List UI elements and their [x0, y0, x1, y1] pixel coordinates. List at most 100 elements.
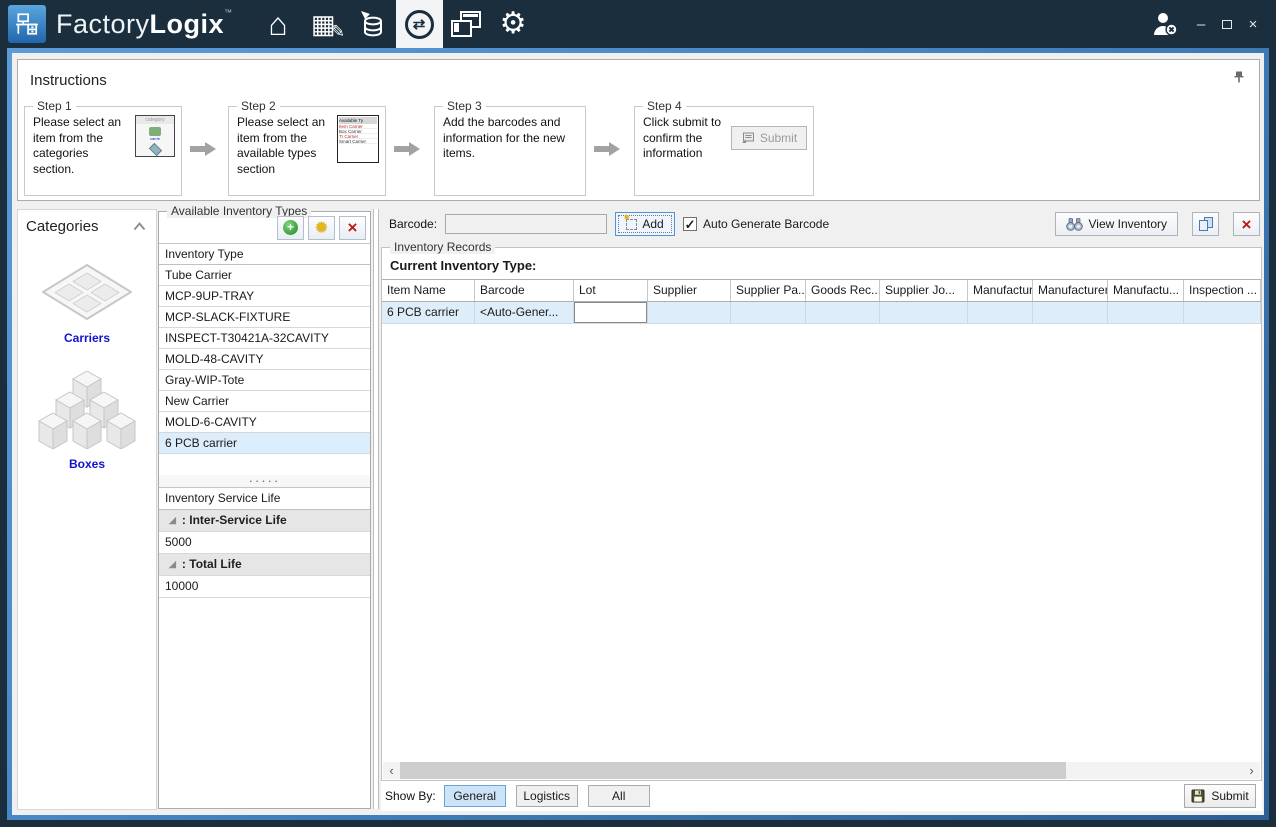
current-inventory-type-label: Current Inventory Type: — [382, 248, 1261, 279]
horizontal-scrollbar: ‹ › — [383, 762, 1260, 779]
titlebar: FactoryLogix™ ⌂ ▦ ✎ ⇄ ⚙ — [0, 0, 1276, 48]
group-expand-icon[interactable]: ◢ — [169, 554, 176, 575]
grid-cell[interactable] — [574, 302, 648, 323]
footer-bar: Show By: General Logistics All Submit — [381, 781, 1262, 811]
step1-label: Step 1 — [33, 99, 76, 113]
category-item-boxes[interactable]: Boxes — [18, 371, 156, 471]
service-life-value[interactable]: 5000 — [159, 532, 370, 554]
grid-cell[interactable] — [968, 302, 1033, 323]
step-arrow-icon — [394, 142, 420, 156]
clear-button[interactable]: × — [1233, 212, 1260, 236]
inventory-records-box: Inventory Records Current Inventory Type… — [381, 247, 1262, 781]
column-header[interactable]: Manufacturer — [968, 280, 1033, 301]
inventory-type-row[interactable]: MCP-9UP-TRAY — [159, 286, 370, 307]
service-life-group-row[interactable]: ◢ : Inter-Service Life — [159, 510, 370, 532]
main-panel: Barcode: Add ✓ Auto Generate Barcode — [381, 207, 1262, 811]
add-button[interactable]: Add — [615, 212, 675, 236]
service-life-header[interactable]: Inventory Service Life — [159, 488, 370, 510]
nav-transfer-icon[interactable]: ⇄ — [396, 0, 443, 48]
service-life-group-row[interactable]: ◢ : Total Life — [159, 554, 370, 576]
scrollbar-thumb[interactable] — [400, 762, 1066, 779]
grid-cell[interactable] — [806, 302, 880, 323]
step4-label: Step 4 — [643, 99, 686, 113]
sparkle-icon: ✹ — [315, 218, 328, 238]
grid-cell[interactable]: <Auto-Gener... — [475, 302, 574, 323]
column-header[interactable]: Goods Rec... — [806, 280, 880, 301]
show-by-filters: General Logistics All — [444, 785, 650, 807]
inventory-type-row[interactable]: 6 PCB carrier — [159, 433, 370, 454]
column-header[interactable]: Manufacturer... — [1033, 280, 1108, 301]
nav-materials-icon[interactable] — [349, 0, 396, 48]
available-types-panel: Available Inventory Types + ✹ × Inventor… — [158, 211, 371, 809]
checkbox-check-icon[interactable]: ✓ — [683, 217, 697, 231]
barcode-bar: Barcode: Add ✓ Auto Generate Barcode — [381, 207, 1262, 241]
minimize-button[interactable]: – — [1188, 11, 1214, 37]
view-inventory-button[interactable]: View Inventory — [1055, 212, 1179, 236]
column-header[interactable]: Inspection ... — [1184, 280, 1261, 301]
column-header[interactable]: Lot — [574, 280, 648, 301]
inventory-type-row[interactable]: MOLD-48-CAVITY — [159, 349, 370, 370]
collapse-chevron-icon[interactable] — [133, 220, 146, 234]
grid-cell[interactable] — [648, 302, 731, 323]
inventory-type-row[interactable]: Gray-WIP-Tote — [159, 370, 370, 391]
carrier-tray-icon — [41, 263, 133, 323]
filter-button[interactable]: General — [444, 785, 506, 807]
maximize-button[interactable] — [1214, 11, 1240, 37]
scroll-left-arrow[interactable]: ‹ — [383, 762, 400, 779]
nav-home-icon[interactable]: ⌂ — [255, 0, 302, 48]
column-header[interactable]: Manufactu... — [1108, 280, 1184, 301]
column-header[interactable]: Item Name — [382, 280, 475, 301]
step2-box: Step 2 Please select an item from the av… — [228, 106, 386, 196]
main-nav: ⌂ ▦ ✎ ⇄ ⚙ — [255, 0, 537, 48]
inventory-type-row[interactable]: New Carrier — [159, 391, 370, 412]
nav-production-icon[interactable] — [443, 0, 490, 48]
submit-button[interactable]: Submit — [1184, 784, 1256, 808]
pin-icon[interactable] — [1233, 70, 1245, 87]
step2-thumbnail-image: Available Ty Item Carrier Box Carrier Tr… — [337, 115, 379, 163]
grid-cell[interactable] — [1033, 302, 1108, 323]
column-header[interactable]: Barcode — [475, 280, 574, 301]
inventory-type-row[interactable]: Tube Carrier — [159, 265, 370, 286]
filter-button[interactable]: Logistics — [516, 785, 578, 807]
column-header[interactable]: Supplier Jo... — [880, 280, 968, 301]
step1-thumbnail-image: category carrie — [135, 115, 175, 157]
vertical-splitter[interactable] — [373, 209, 379, 809]
auto-generate-checkbox[interactable]: ✓ Auto Generate Barcode — [683, 217, 829, 231]
filter-button[interactable]: All — [588, 785, 650, 807]
records-empty-area — [382, 324, 1261, 762]
column-header[interactable]: Supplier Pa... — [731, 280, 806, 301]
records-grid-header: Item Name Barcode Lot Supplier Supplier … — [382, 279, 1261, 302]
nav-design-icon[interactable]: ▦ ✎ — [302, 0, 349, 48]
service-life-value[interactable]: 10000 — [159, 576, 370, 598]
types-column-header[interactable]: Inventory Type — [159, 244, 370, 265]
scrollbar-track[interactable] — [400, 762, 1243, 779]
edit-type-button[interactable]: ✹ — [308, 216, 335, 240]
barcode-input[interactable] — [445, 214, 607, 234]
horizontal-splitter[interactable]: ····· — [159, 475, 370, 488]
scroll-right-arrow[interactable]: › — [1243, 762, 1260, 779]
copy-button[interactable] — [1192, 212, 1219, 236]
delete-type-button[interactable]: × — [339, 216, 366, 240]
inventory-type-row[interactable]: MCP-SLACK-FIXTURE — [159, 307, 370, 328]
grid-cell[interactable]: 6 PCB carrier — [382, 302, 475, 323]
close-button[interactable]: × — [1240, 11, 1266, 37]
add-type-button[interactable]: + — [277, 216, 304, 240]
app-title: FactoryLogix™ — [56, 8, 233, 40]
inventory-type-row[interactable]: INSPECT-T30421A-32CAVITY — [159, 328, 370, 349]
user-logout-icon[interactable] — [1144, 4, 1188, 44]
grid-cell[interactable] — [1108, 302, 1184, 323]
window-controls: – × — [1188, 11, 1266, 37]
step4-text: Click submit to confirm the information — [643, 115, 725, 162]
group-expand-icon[interactable]: ◢ — [169, 510, 176, 531]
inventory-type-row[interactable]: MOLD-6-CAVITY — [159, 412, 370, 433]
delete-x-icon: × — [348, 219, 358, 236]
red-x-icon: × — [1242, 216, 1252, 233]
column-header[interactable]: Supplier — [648, 280, 731, 301]
nav-settings-icon[interactable]: ⚙ — [490, 0, 537, 48]
grid-cell[interactable] — [1184, 302, 1261, 323]
step-arrow-icon — [190, 142, 216, 156]
grid-cell[interactable] — [731, 302, 806, 323]
category-item-carriers[interactable]: Carriers — [18, 263, 156, 345]
step4-submit-button[interactable]: Submit — [731, 126, 807, 150]
grid-cell[interactable] — [880, 302, 968, 323]
